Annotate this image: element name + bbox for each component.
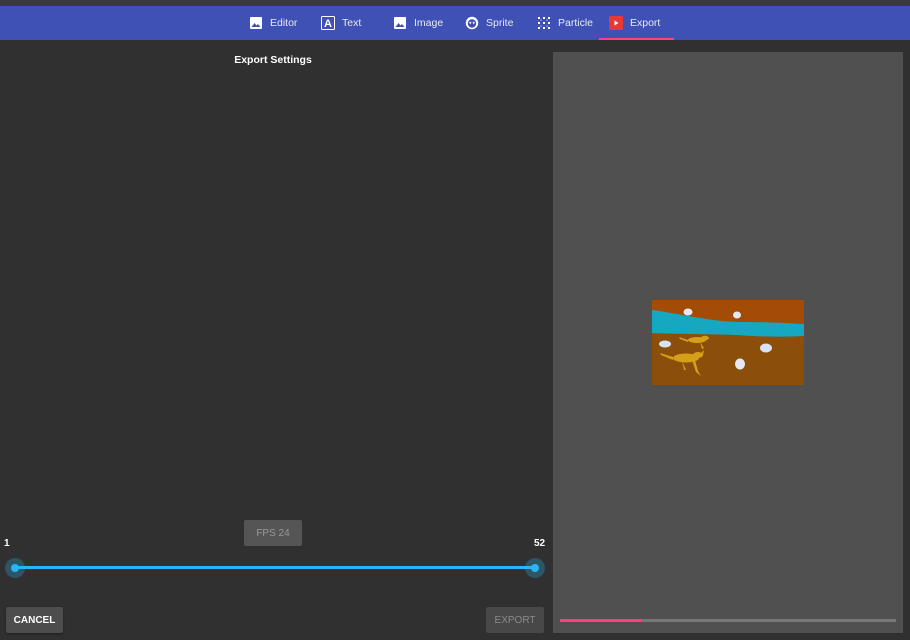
tab-particle[interactable]: Particle (537, 6, 593, 40)
range-end-thumb[interactable] (525, 558, 545, 578)
tab-label: Image (414, 17, 444, 29)
panel-title: Export Settings (234, 54, 312, 66)
tab-label: Export (630, 17, 661, 29)
preview-image (652, 300, 804, 385)
export-progress-bar (560, 619, 896, 622)
range-min-label: 1 (4, 538, 10, 549)
tab-label: Particle (558, 17, 594, 29)
tab-label: Editor (270, 17, 298, 29)
svg-text:A: A (324, 18, 332, 30)
image-icon (249, 16, 263, 30)
range-start-thumb[interactable] (5, 558, 25, 578)
fps-button[interactable]: FPS 24 (244, 520, 302, 546)
tab-sprite[interactable]: Sprite (465, 6, 513, 40)
active-tab-indicator (599, 38, 675, 40)
text-icon: A (321, 16, 335, 30)
tab-image[interactable]: Image (393, 6, 443, 40)
export-button[interactable]: EXPORT (486, 607, 544, 633)
image-icon (393, 16, 407, 30)
tab-editor[interactable]: Editor (249, 6, 297, 40)
export-settings-panel: Export Settings FPS 24 1 52 CANCEL EXPOR… (0, 40, 548, 640)
thumb-dot (531, 564, 539, 572)
tab-text[interactable]: A Text (321, 6, 361, 40)
thumb-dot (11, 564, 19, 572)
export-icon (609, 16, 623, 30)
tab-export[interactable]: Export (599, 6, 675, 40)
tab-label: Sprite (486, 17, 514, 29)
particle-icon (537, 16, 551, 30)
sprite-icon (465, 16, 479, 30)
frame-range-track[interactable] (15, 566, 535, 569)
export-progress-fill (560, 619, 641, 622)
range-max-label: 52 (534, 538, 546, 549)
tab-label: Text (342, 17, 362, 29)
preview-panel (553, 52, 903, 633)
cancel-button[interactable]: CANCEL (6, 607, 63, 633)
top-nav-bar: Editor A Text Image Sprite Particle Expo… (0, 6, 910, 40)
